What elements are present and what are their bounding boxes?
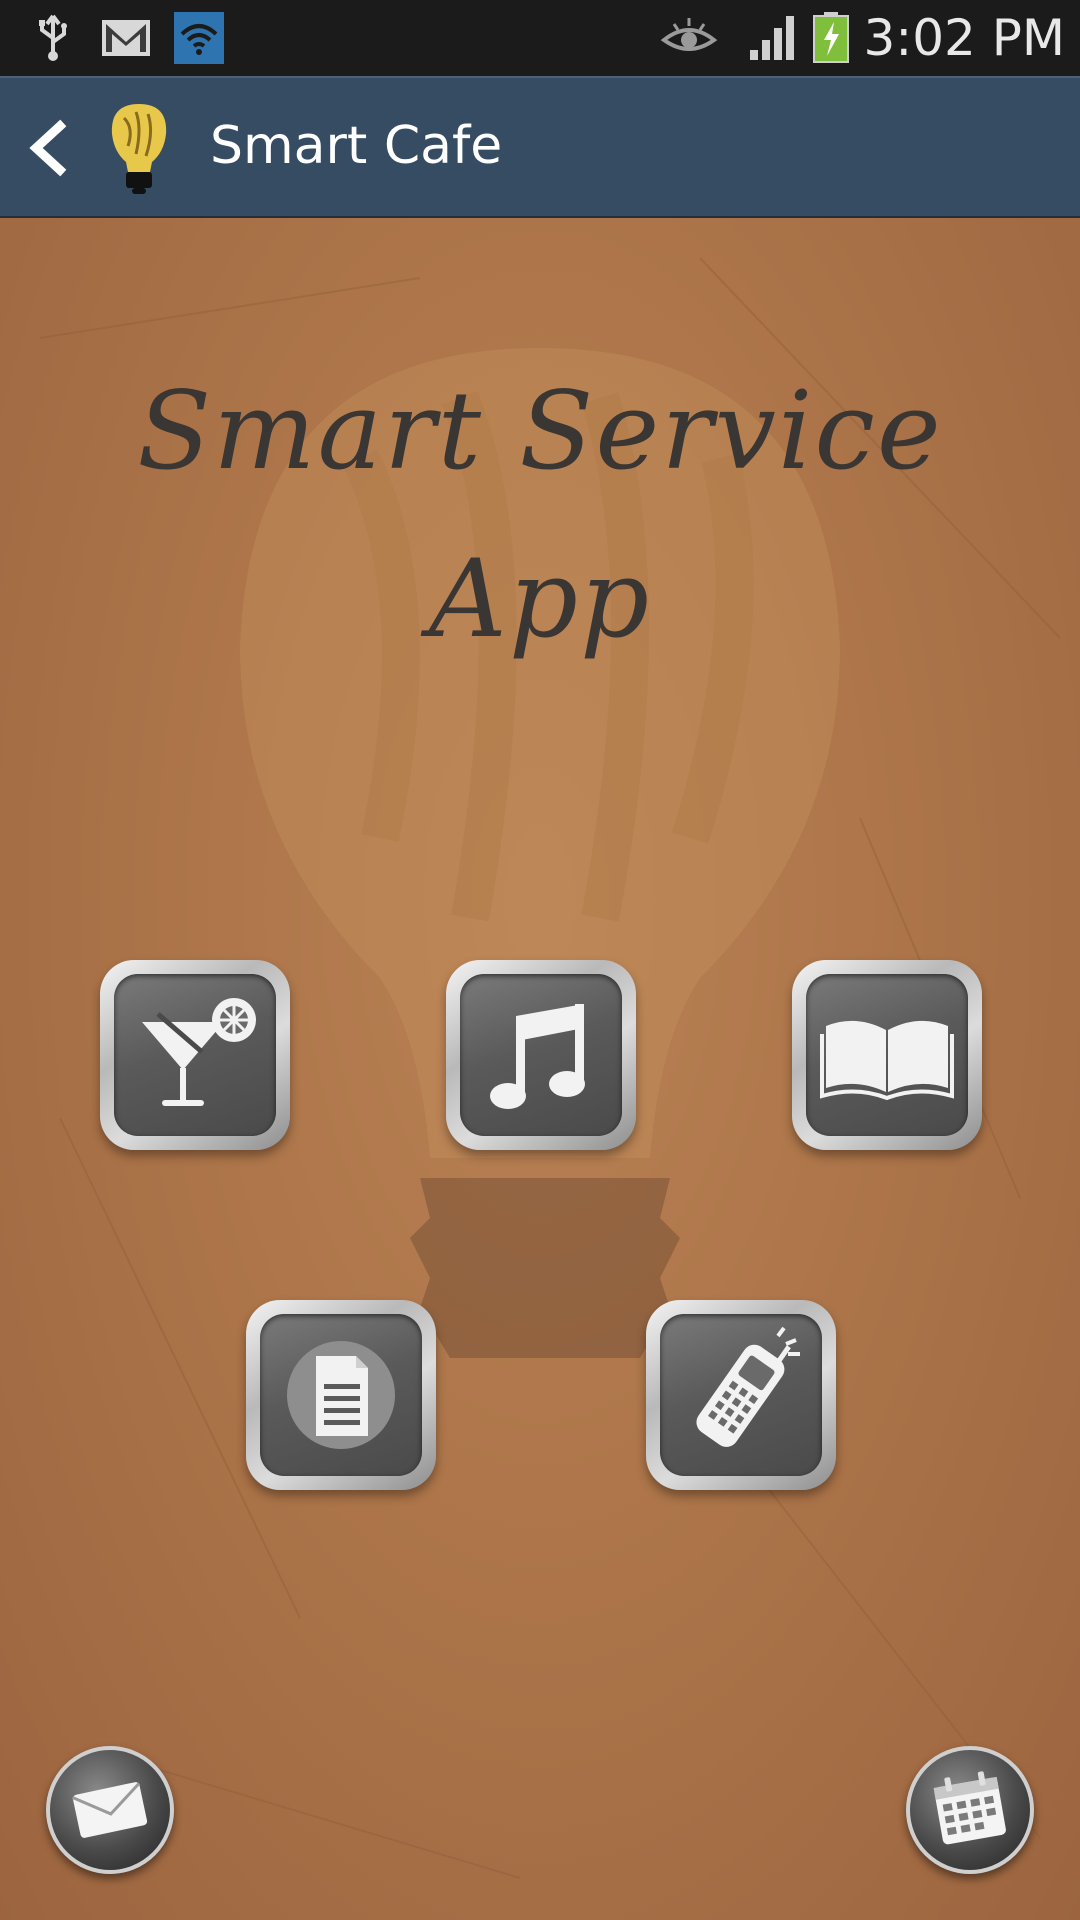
- calendar-icon: [933, 1771, 1006, 1845]
- open-book-icon: [820, 1020, 954, 1101]
- drinks-button[interactable]: [100, 960, 290, 1150]
- menu-button[interactable]: [792, 960, 982, 1150]
- document-icon: [287, 1341, 395, 1449]
- wifi-icon: [174, 12, 224, 64]
- status-time: 3:02 PM: [863, 9, 1065, 67]
- usb-icon: [39, 14, 67, 61]
- call-button[interactable]: [646, 1300, 836, 1490]
- headline-line-2: App: [428, 537, 652, 662]
- mobile-phone-icon: [696, 1326, 800, 1447]
- music-button[interactable]: [446, 960, 636, 1150]
- main-content: Smart Service App: [0, 218, 1080, 1920]
- headline-line-1: Smart Service: [137, 369, 943, 494]
- cocktail-icon: [142, 998, 256, 1106]
- envelope-icon: [71, 1782, 148, 1838]
- calendar-button[interactable]: [906, 1746, 1034, 1874]
- gmail-icon: [102, 20, 150, 56]
- back-button[interactable]: [18, 108, 78, 188]
- eye-icon: [660, 18, 718, 51]
- battery-charging-icon: [813, 12, 849, 63]
- status-bar: 3:02 PM: [0, 0, 1080, 76]
- action-bar: Smart Cafe: [0, 76, 1080, 218]
- signal-icon: [750, 16, 794, 60]
- music-note-icon: [490, 1004, 585, 1109]
- smart-bulb-logo: [111, 104, 167, 194]
- action-bar-title: Smart Cafe: [210, 116, 503, 176]
- headline: Smart Service App: [0, 348, 1080, 684]
- app-screen: 3:02 PM Smart Cafe Smart Service App: [0, 0, 1080, 1920]
- mail-button[interactable]: [46, 1746, 174, 1874]
- orders-button[interactable]: [246, 1300, 436, 1490]
